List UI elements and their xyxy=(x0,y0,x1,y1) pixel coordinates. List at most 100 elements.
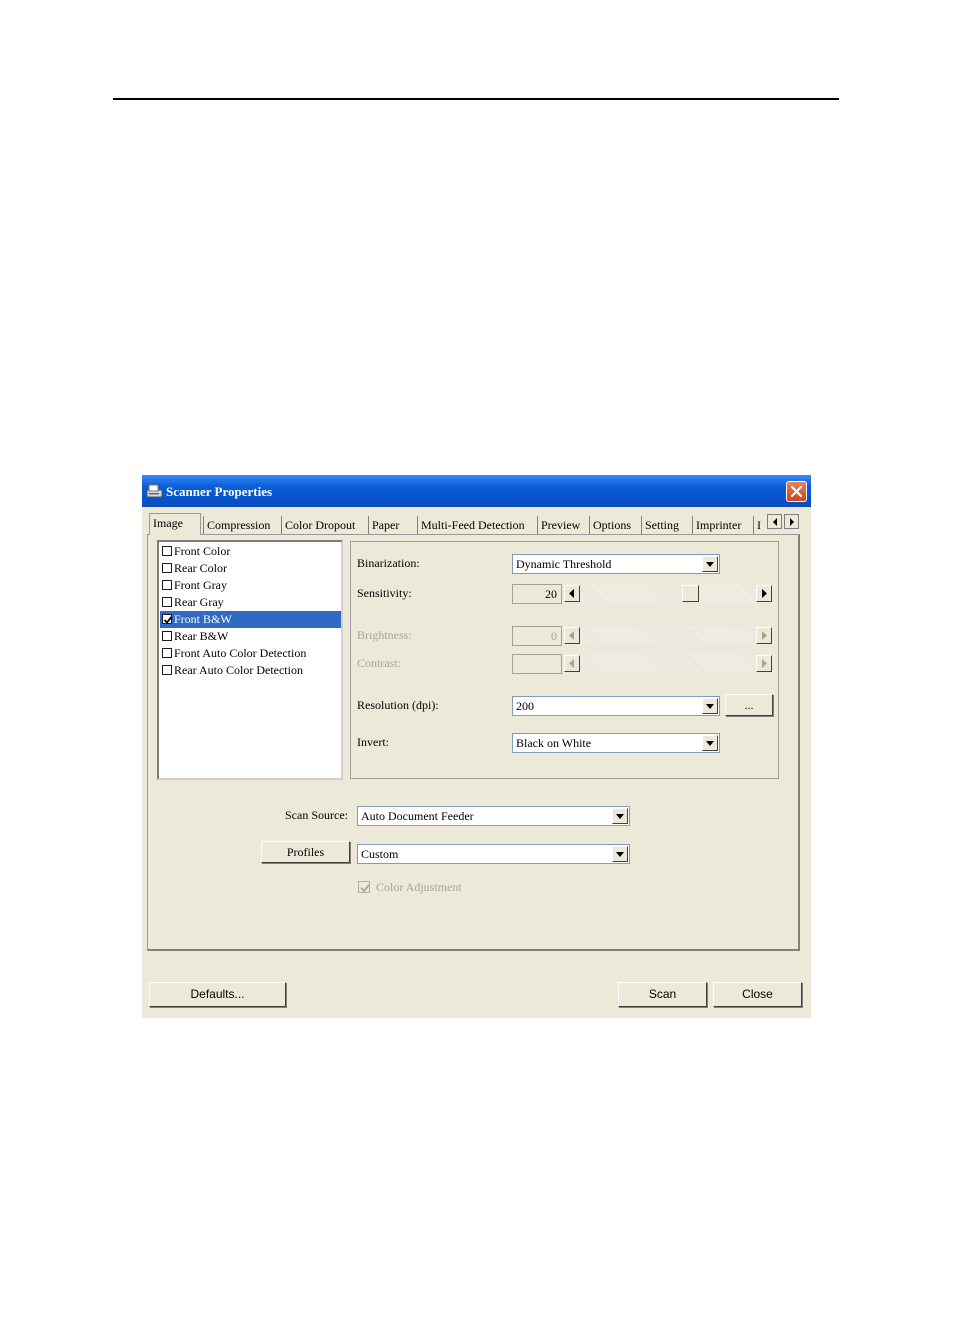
arrow-right-icon xyxy=(762,659,767,668)
tab-setting[interactable]: Setting xyxy=(641,516,692,534)
tab-label: I xyxy=(757,518,761,532)
close-icon xyxy=(790,485,803,498)
invert-label: Invert: xyxy=(357,735,389,749)
dropdown-button[interactable] xyxy=(702,556,718,572)
chevron-down-icon xyxy=(706,741,714,746)
checkbox[interactable] xyxy=(162,631,172,641)
close-button[interactable]: Close xyxy=(713,982,802,1007)
slider-decrease-button xyxy=(564,655,580,672)
checkbox[interactable] xyxy=(162,580,172,590)
dropdown-button[interactable] xyxy=(612,846,628,862)
contrast-value xyxy=(512,654,562,674)
resolution-label: Resolution (dpi): xyxy=(357,698,439,712)
list-item-label: Front Color xyxy=(174,544,231,558)
list-item-front-bw[interactable]: Front B&W xyxy=(160,611,341,628)
tab-label: Preview xyxy=(541,518,581,532)
resolution-select[interactable]: 200 xyxy=(512,696,720,716)
brightness-label: Brightness: xyxy=(357,628,412,642)
tab-strip: Image Compression Color Dropout Paper Mu… xyxy=(149,513,809,535)
scan-source-select[interactable]: Auto Document Feeder xyxy=(357,806,630,826)
tab-imprinter[interactable]: Imprinter xyxy=(692,516,753,534)
list-item-label: Rear Gray xyxy=(174,595,224,609)
tab-label: Compression xyxy=(207,518,271,532)
tab-label: Color Dropout xyxy=(285,518,356,532)
profiles-value: Custom xyxy=(361,847,399,861)
tab-label: Options xyxy=(593,518,632,532)
list-item-rear-auto-color-detection[interactable]: Rear Auto Color Detection xyxy=(160,662,341,679)
list-item-rear-gray[interactable]: Rear Gray xyxy=(160,594,341,611)
list-item-label: Front Auto Color Detection xyxy=(174,646,307,660)
dropdown-button[interactable] xyxy=(702,698,718,714)
resolution-value: 200 xyxy=(516,699,534,713)
checkbox[interactable] xyxy=(162,563,172,573)
checkbox-checked[interactable] xyxy=(162,614,173,624)
checkbox[interactable] xyxy=(162,648,172,658)
tab-scroll-left-button[interactable] xyxy=(767,514,782,529)
tab-label: Image xyxy=(153,516,183,530)
slider-increase-button[interactable] xyxy=(756,585,772,602)
profiles-button[interactable]: Profiles xyxy=(261,841,350,863)
list-item-label: Rear Color xyxy=(174,561,227,575)
resolution-more-button[interactable]: ... xyxy=(725,694,773,716)
color-adjustment-label: Color Adjustment xyxy=(376,880,462,894)
checkmark-icon xyxy=(163,616,173,624)
scan-source-label: Scan Source: xyxy=(285,808,348,822)
sensitivity-slider[interactable] xyxy=(563,584,774,603)
invert-select[interactable]: Black on White xyxy=(512,733,720,753)
tab-label: Setting xyxy=(645,518,680,532)
arrow-right-icon xyxy=(762,631,767,640)
dropdown-button[interactable] xyxy=(702,735,718,751)
slider-increase-button xyxy=(756,655,772,672)
slider-increase-button xyxy=(756,627,772,644)
slider-thumb[interactable] xyxy=(682,585,699,602)
scan-button[interactable]: Scan xyxy=(618,982,707,1007)
tab-multi-feed-detection[interactable]: Multi-Feed Detection xyxy=(417,516,537,534)
brightness-slider xyxy=(563,626,774,645)
arrow-right-icon xyxy=(790,518,794,526)
slider-decrease-button[interactable] xyxy=(564,585,580,602)
profiles-select[interactable]: Custom xyxy=(357,844,630,864)
scanner-icon xyxy=(146,484,163,498)
arrow-left-icon xyxy=(773,518,777,526)
contrast-slider xyxy=(563,654,774,673)
chevron-down-icon xyxy=(706,704,714,709)
list-item-rear-bw[interactable]: Rear B&W xyxy=(160,628,341,645)
checkbox[interactable] xyxy=(162,665,172,675)
tab-scroll-right-button[interactable] xyxy=(784,514,799,529)
list-item-label: Front B&W xyxy=(174,612,232,626)
checkbox[interactable] xyxy=(162,597,172,607)
binarization-select[interactable]: Dynamic Threshold xyxy=(512,554,720,574)
sensitivity-value: 20 xyxy=(512,584,562,604)
tab-label: Paper xyxy=(372,518,400,532)
arrow-left-icon xyxy=(569,659,574,668)
tab-label: Imprinter xyxy=(696,518,742,532)
checkbox[interactable] xyxy=(162,546,172,556)
tab-color-dropout[interactable]: Color Dropout xyxy=(281,516,369,534)
chevron-down-icon xyxy=(706,562,714,567)
list-item-front-gray[interactable]: Front Gray xyxy=(160,577,341,594)
brightness-value: 0 xyxy=(512,626,562,646)
list-item-front-color[interactable]: Front Color xyxy=(160,543,341,560)
tab-paper[interactable]: Paper xyxy=(368,516,417,534)
close-window-button[interactable] xyxy=(786,481,807,502)
chevron-down-icon xyxy=(616,814,624,819)
title-bar[interactable]: Scanner Properties xyxy=(142,475,811,507)
list-item-front-auto-color-detection[interactable]: Front Auto Color Detection xyxy=(160,645,341,662)
tab-compression[interactable]: Compression xyxy=(203,516,281,534)
invert-value: Black on White xyxy=(516,736,592,750)
arrow-right-icon xyxy=(762,589,767,598)
list-item-rear-color[interactable]: Rear Color xyxy=(160,560,341,577)
binarization-value: Dynamic Threshold xyxy=(516,557,612,571)
defaults-button[interactable]: Defaults... xyxy=(149,982,286,1007)
arrow-left-icon xyxy=(569,631,574,640)
tab-preview[interactable]: Preview xyxy=(537,516,589,534)
list-item-label: Front Gray xyxy=(174,578,227,592)
tab-label: Multi-Feed Detection xyxy=(421,518,525,532)
tab-image[interactable]: Image xyxy=(149,513,201,535)
chevron-down-icon xyxy=(616,852,624,857)
image-type-list[interactable]: Front Color Rear Color Front Gray Rear G… xyxy=(157,540,343,780)
tab-options[interactable]: Options xyxy=(589,516,641,534)
checkmark-icon xyxy=(360,884,370,893)
sensitivity-label: Sensitivity: xyxy=(357,586,412,600)
dropdown-button[interactable] xyxy=(612,808,628,824)
